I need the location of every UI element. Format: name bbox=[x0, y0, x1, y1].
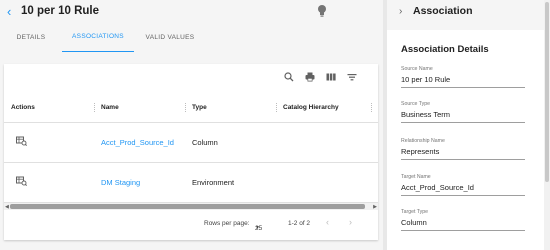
previous-page-icon[interactable]: ‹ bbox=[326, 217, 329, 227]
actions-cell bbox=[4, 162, 101, 203]
tab-label: DETAILS bbox=[16, 33, 46, 41]
column-resize-handle[interactable] bbox=[94, 103, 95, 112]
side-panel-scrollbar[interactable] bbox=[544, 0, 550, 250]
field-value: Acct_Prod_Source_Id bbox=[401, 183, 474, 192]
scroll-left-arrow-icon[interactable]: ◀ bbox=[5, 204, 9, 210]
name-cell: DM Staging bbox=[101, 162, 192, 203]
catalog-hierarchy-cell bbox=[283, 162, 378, 203]
tab-details[interactable]: DETAILS bbox=[0, 22, 62, 52]
lightbulb-icon[interactable] bbox=[316, 4, 328, 18]
source-name-field: Source Name 10 per 10 Rule bbox=[401, 66, 525, 88]
tab-label: VALID VALUES bbox=[145, 33, 195, 41]
target-type-field: Target Type Column bbox=[401, 209, 525, 231]
associations-card: Actions Name Type Catalog Hierarchy Acct… bbox=[4, 64, 378, 240]
association-name-link[interactable]: DM Staging bbox=[101, 178, 140, 187]
scrollbar-thumb[interactable] bbox=[545, 2, 549, 182]
column-label: Name bbox=[101, 104, 119, 112]
dropdown-arrow-icon: ▼ bbox=[255, 225, 260, 231]
print-icon[interactable] bbox=[305, 72, 315, 82]
column-header-name[interactable]: Name bbox=[101, 94, 192, 123]
field-value: Represents bbox=[401, 147, 440, 156]
column-resize-handle[interactable] bbox=[276, 103, 277, 112]
association-name-link[interactable]: Acct_Prod_Source_Id bbox=[101, 138, 174, 147]
field-value: 10 per 10 Rule bbox=[401, 75, 451, 84]
scroll-right-arrow-icon[interactable]: ▶ bbox=[373, 204, 377, 210]
search-icon[interactable] bbox=[284, 72, 294, 82]
page-range: 1-2 of 2 bbox=[288, 220, 311, 227]
field-label: Source Type bbox=[401, 101, 431, 107]
table-row: Acct_Prod_Source_Id Column bbox=[4, 122, 378, 163]
column-header-catalog-hierarchy[interactable]: Catalog Hierarchy bbox=[283, 94, 378, 123]
rows-per-page-label: Rows per page: bbox=[204, 220, 250, 227]
column-header-actions[interactable]: Actions bbox=[4, 94, 101, 123]
column-label: Actions bbox=[11, 104, 35, 112]
chevron-left-icon[interactable]: ‹ bbox=[7, 4, 19, 19]
tab-label: ASSOCIATIONS bbox=[72, 33, 124, 40]
side-panel-title: Association bbox=[413, 5, 473, 17]
tab-bar: DETAILS ASSOCIATIONS VALID VALUES bbox=[0, 22, 383, 52]
section-title: Association Details bbox=[401, 44, 489, 55]
field-label: Source Name bbox=[401, 66, 433, 72]
column-label: Type bbox=[192, 104, 207, 112]
field-label: Target Type bbox=[401, 209, 429, 215]
table-header-row: Actions Name Type Catalog Hierarchy bbox=[4, 94, 378, 123]
view-details-icon[interactable] bbox=[16, 176, 27, 186]
chevron-right-icon[interactable]: › bbox=[399, 6, 413, 17]
page-title: 10 per 10 Rule bbox=[21, 5, 99, 17]
field-value: Column bbox=[401, 218, 427, 227]
relationship-name-field: Relationship Name Represents bbox=[401, 138, 525, 160]
association-side-panel: › Association Association Details Source… bbox=[387, 0, 544, 250]
associations-table: Actions Name Type Catalog Hierarchy Acct… bbox=[4, 94, 378, 203]
main-panel: ‹ 10 per 10 Rule DETAILS ASSOCIATIONS VA… bbox=[0, 0, 383, 250]
column-resize-handle[interactable] bbox=[371, 103, 372, 112]
column-header-type[interactable]: Type bbox=[192, 94, 283, 123]
catalog-hierarchy-cell bbox=[283, 122, 378, 163]
name-cell: Acct_Prod_Source_Id bbox=[101, 122, 192, 163]
field-label: Relationship Name bbox=[401, 138, 445, 144]
target-name-field: Target Name Acct_Prod_Source_Id bbox=[401, 174, 525, 196]
view-details-icon[interactable] bbox=[16, 136, 27, 146]
association-details-card: Association Details Source Name 10 per 1… bbox=[387, 30, 544, 250]
scrollbar-thumb[interactable] bbox=[10, 204, 365, 209]
pagination: Rows per page: 25 ▼ 1-2 of 2 ‹ › bbox=[4, 215, 378, 233]
type-cell: Column bbox=[192, 122, 283, 163]
filter-icon[interactable] bbox=[347, 72, 357, 82]
next-page-icon[interactable]: › bbox=[349, 217, 352, 227]
field-label: Target Name bbox=[401, 174, 431, 180]
column-resize-handle[interactable] bbox=[185, 103, 186, 112]
tab-associations[interactable]: ASSOCIATIONS bbox=[62, 22, 134, 52]
side-panel-header: › Association bbox=[387, 0, 544, 22]
type-cell: Environment bbox=[192, 162, 283, 203]
table-row: DM Staging Environment bbox=[4, 162, 378, 203]
tab-valid-values[interactable]: VALID VALUES bbox=[134, 22, 206, 52]
horizontal-scrollbar[interactable]: ◀ ▶ bbox=[4, 203, 378, 210]
column-label: Catalog Hierarchy bbox=[283, 104, 339, 112]
table-toolbar bbox=[4, 64, 378, 91]
columns-icon[interactable] bbox=[326, 72, 336, 82]
actions-cell bbox=[4, 122, 101, 163]
source-type-field: Source Type Business Term bbox=[401, 101, 525, 123]
field-value: Business Term bbox=[401, 110, 451, 119]
